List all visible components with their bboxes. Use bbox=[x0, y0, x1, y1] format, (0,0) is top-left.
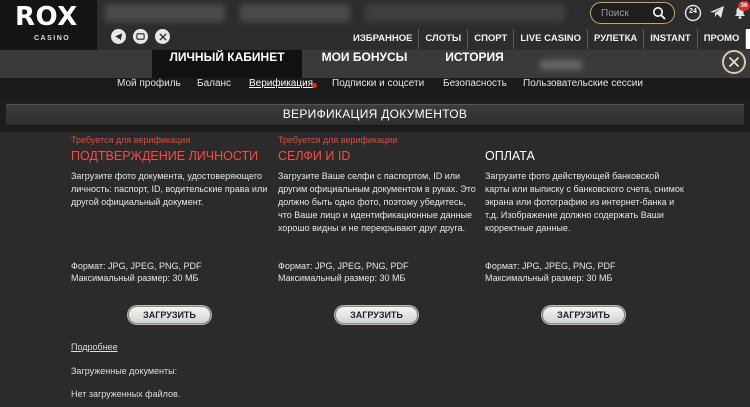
blurred-area bbox=[240, 4, 350, 22]
subnav-profile[interactable]: Мой профиль bbox=[117, 78, 181, 89]
search-icon[interactable] bbox=[652, 6, 666, 20]
support-icon[interactable]: 24 bbox=[684, 4, 702, 22]
sub-nav: Мой профиль Баланс Верификация Подписки … bbox=[0, 78, 750, 98]
subnav-balance[interactable]: Баланс bbox=[197, 78, 231, 89]
top-nav: ИЗБРАННОЕ СЛОТЫ СПОРТ LIVE CASINO РУЛЕТК… bbox=[347, 29, 750, 49]
subnav-subscriptions[interactable]: Подписки и соцсети bbox=[332, 78, 424, 89]
close-icon bbox=[728, 56, 740, 68]
more-link[interactable]: Подробнее bbox=[71, 342, 118, 352]
bell-icon[interactable]: 36 bbox=[732, 1, 750, 20]
section-description: Загрузите фото документа, удостоверяющег… bbox=[71, 171, 268, 207]
search-box[interactable] bbox=[590, 2, 675, 24]
required-label: Требуется для верификации bbox=[278, 135, 398, 145]
format-info: Формат: JPG, JPEG, PNG, PDF Максимальный… bbox=[278, 260, 409, 284]
page-title: ВЕРИФИКАЦИЯ ДОКУМЕНТОВ bbox=[282, 107, 468, 121]
topnav-live-casino[interactable]: LIVE CASINO bbox=[513, 29, 587, 49]
required-label: Требуется для верификации bbox=[71, 135, 191, 145]
cabinet-tabs: ЛИЧНЫЙ КАБИНЕТ МОИ БОНУСЫ ИСТОРИЯ bbox=[0, 50, 750, 78]
upload-button[interactable]: ЗАГРУЗИТЬ bbox=[542, 306, 625, 324]
blurred-area bbox=[365, 4, 565, 22]
format-info: Формат: JPG, JPEG, PNG, PDF Максимальный… bbox=[485, 260, 616, 284]
format-label: Формат: JPG, JPEG, PNG, PDF bbox=[485, 261, 616, 271]
logo-text: ROX bbox=[15, 2, 78, 32]
blurred-tab bbox=[540, 60, 582, 70]
max-size-label: Максимальный размер: 30 МБ bbox=[278, 273, 406, 283]
section-title: ПОДТВЕРЖДЕНИЕ ЛИЧНОСТИ bbox=[71, 149, 259, 163]
subnav-sessions[interactable]: Пользовательские сессии bbox=[523, 78, 643, 89]
blurred-area bbox=[105, 4, 225, 22]
star-icon[interactable]: ★ bbox=[745, 29, 750, 49]
topnav-sport[interactable]: СПОРТ bbox=[467, 29, 513, 49]
topnav-promo[interactable]: ПРОМО bbox=[696, 29, 746, 49]
logo[interactable]: ROX CASINO bbox=[0, 0, 97, 50]
topnav-roulette[interactable]: РУЛЕТКА bbox=[587, 29, 643, 49]
app-root: ROX CASINO ИЗБРАННОЕ СЛОТЫ СПОРТ LIVE CA… bbox=[0, 0, 750, 407]
close-button[interactable] bbox=[722, 50, 746, 74]
upload-button[interactable]: ЗАГРУЗИТЬ bbox=[335, 306, 418, 324]
uploaded-documents-label: Загруженные документы: bbox=[71, 366, 178, 376]
upload-button[interactable]: ЗАГРУЗИТЬ bbox=[128, 306, 211, 324]
subnav-security[interactable]: Безопасность bbox=[443, 78, 507, 89]
section-description: Загрузите Ваше селфи с паспортом, ID или… bbox=[278, 171, 476, 233]
notification-badge: 36 bbox=[738, 1, 750, 11]
section-description: Загрузите фото действующей банковской ка… bbox=[485, 171, 684, 233]
support-label: 24 bbox=[689, 8, 697, 15]
max-size-label: Максимальный размер: 30 МБ bbox=[71, 273, 199, 283]
format-label: Формат: JPG, JPEG, PNG, PDF bbox=[71, 261, 202, 271]
search-input[interactable] bbox=[601, 6, 651, 20]
topnav-instant[interactable]: INSTANT bbox=[643, 29, 696, 49]
topnav-slots[interactable]: СЛОТЫ bbox=[418, 29, 467, 49]
topnav-favorites[interactable]: ИЗБРАННОЕ bbox=[347, 29, 418, 49]
x-icon[interactable] bbox=[155, 29, 170, 44]
format-label: Формат: JPG, JPEG, PNG, PDF bbox=[278, 261, 409, 271]
max-size-label: Максимальный размер: 30 МБ bbox=[485, 273, 613, 283]
no-files-text: Нет загруженных файлов. bbox=[71, 389, 181, 399]
telegram-icon[interactable] bbox=[709, 4, 725, 20]
top-bar: ROX CASINO ИЗБРАННОЕ СЛОТЫ СПОРТ LIVE CA… bbox=[0, 0, 750, 50]
tab-my-bonuses[interactable]: МОИ БОНУСЫ bbox=[302, 50, 427, 78]
subnav-verification[interactable]: Верификация bbox=[249, 78, 313, 89]
logo-subtitle: CASINO bbox=[34, 35, 71, 42]
tab-history[interactable]: ИСТОРИЯ bbox=[427, 50, 522, 78]
section-title: СЕЛФИ И ID bbox=[278, 149, 351, 163]
vk-icon[interactable] bbox=[133, 29, 148, 44]
tab-personal-cabinet[interactable]: ЛИЧНЫЙ КАБИНЕТ bbox=[152, 50, 302, 78]
verification-alert-dot bbox=[312, 83, 317, 88]
format-info: Формат: JPG, JPEG, PNG, PDF Максимальный… bbox=[71, 260, 202, 284]
section-title: ОПЛАТА bbox=[485, 149, 535, 163]
telegram-icon[interactable] bbox=[111, 29, 126, 44]
